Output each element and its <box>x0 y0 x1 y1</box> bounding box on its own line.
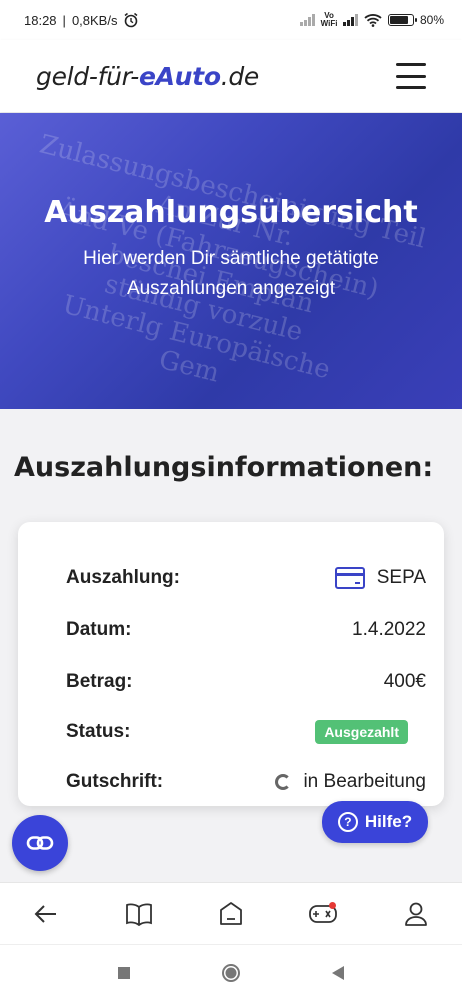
hero-banner: Zulassungsbescheinigung Teil An Zur Nr. … <box>0 113 462 409</box>
nav-games-button[interactable] <box>298 889 348 939</box>
bottom-navigation <box>0 882 462 944</box>
status-label: Status: <box>66 721 131 742</box>
date-label: Datum: <box>66 619 132 640</box>
nav-bookmarks-button[interactable] <box>114 889 164 939</box>
book-icon <box>125 903 152 926</box>
nav-home-button[interactable] <box>206 889 256 939</box>
battery-icon <box>387 14 417 26</box>
question-mark-icon: ? <box>337 812 358 832</box>
signal-icon <box>300 14 315 26</box>
payout-row: Auszahlung: SEPA <box>66 552 426 604</box>
amount-label: Betrag: <box>66 671 133 692</box>
battery-percent: 80% <box>419 13 444 27</box>
help-label: Hilfe? <box>364 812 413 831</box>
loading-spinner-icon <box>275 774 292 790</box>
signal-icon <box>343 14 358 26</box>
credit-label: Gutschrift: <box>66 771 164 792</box>
help-button[interactable]: ? Hilfe? <box>322 801 428 843</box>
notification-dot <box>329 901 337 909</box>
hamburger-menu-icon[interactable] <box>396 63 426 89</box>
alarm-icon <box>125 12 138 28</box>
network-speed: 0,8KB/s <box>71 12 118 28</box>
status-badge: Ausgezahlt <box>315 720 408 744</box>
square-icon[interactable] <box>117 966 131 980</box>
clock: 18:28 <box>24 12 57 28</box>
payout-value: SEPA <box>376 567 426 588</box>
volte-indicator: Vo WiFi <box>320 11 338 28</box>
credit-value: in Bearbeitung <box>303 771 426 792</box>
system-navigation <box>0 944 462 1000</box>
date-value: 1.4.2022 <box>352 619 426 640</box>
site-logo[interactable]: geld-für-eAuto.de <box>36 62 259 91</box>
page-title: Auszahlungsübersicht <box>44 195 418 230</box>
site-header: geld-für-eAuto.de <box>0 40 462 112</box>
status-bar: 18:28 | 0,8KB/s Vo WiFi 80% <box>0 0 462 40</box>
arrow-left-icon <box>34 904 57 923</box>
page-subtitle: Hier werden Dir sämtliche getätigte Ausz… <box>83 248 379 299</box>
link-fab-button[interactable] <box>12 815 68 871</box>
triangle-back-icon[interactable] <box>331 965 345 981</box>
wifi-icon <box>364 14 382 27</box>
circle-icon[interactable] <box>221 963 241 983</box>
payout-details-card: Auszahlung: SEPA Datum: 1.4.2022 Betrag:… <box>18 522 444 806</box>
amount-row: Betrag: 400€ <box>66 656 426 708</box>
amount-value: 400€ <box>383 671 426 692</box>
nav-profile-button[interactable] <box>391 889 441 939</box>
credit-card-icon <box>334 567 365 589</box>
status-row: Status: Ausgezahlt <box>66 708 408 756</box>
user-icon <box>404 902 427 926</box>
home-icon <box>220 901 242 925</box>
link-icon <box>26 836 54 850</box>
section-title: Auszahlungsinformationen: <box>14 452 434 483</box>
nav-back-button[interactable] <box>21 889 71 939</box>
payout-label: Auszahlung: <box>66 567 180 588</box>
date-row: Datum: 1.4.2022 <box>66 604 426 656</box>
